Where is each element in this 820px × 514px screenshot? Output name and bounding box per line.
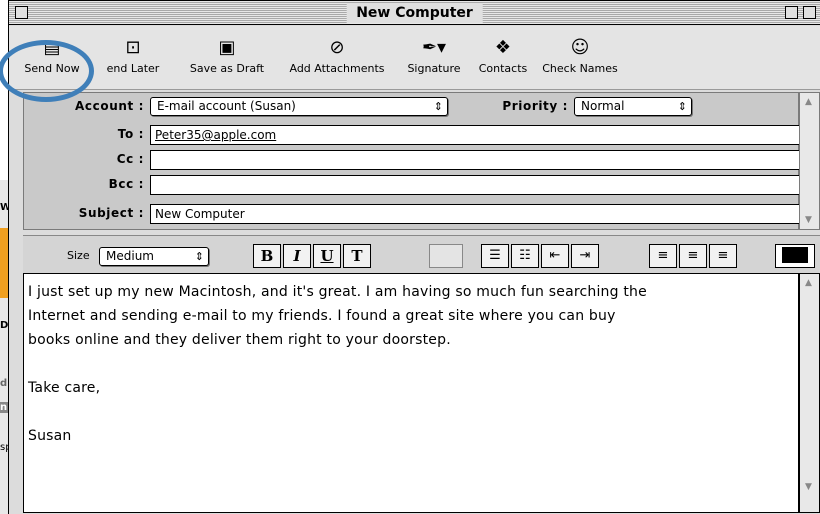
bcc-field[interactable] <box>150 175 800 195</box>
subject-field[interactable]: New Computer <box>150 204 800 224</box>
message-body[interactable]: I just set up my new Macintosh, and it's… <box>23 273 799 513</box>
align-center-icon[interactable]: ≡ <box>679 244 707 268</box>
align-left-icon[interactable]: ≡ <box>649 244 677 268</box>
close-box-icon[interactable] <box>15 6 28 19</box>
scroll-down-icon[interactable]: ▼ <box>805 215 812 225</box>
scroll-down-icon[interactable]: ▼ <box>805 482 812 492</box>
format-toolbar: Size Medium ⇕ B I U T ☰ ☷ ⇤ ⇥ ≡ ≡ ≡ <box>23 235 820 273</box>
to-field[interactable]: Peter35@apple.com <box>150 125 800 145</box>
send-now-highlight <box>0 40 94 102</box>
account-value: E-mail account (Susan) <box>157 99 296 113</box>
add-attachments-label: Add Attachments <box>289 62 385 75</box>
pen-icon: ✒▾ <box>421 37 447 58</box>
message-header: Account : E-mail account (Susan) ⇕ Prior… <box>23 92 800 230</box>
signature-button[interactable]: ✒▾ Signature <box>399 34 469 86</box>
text-color-swatch <box>782 247 808 263</box>
indent-icon[interactable]: ⇥ <box>571 244 599 268</box>
signature-label: Signature <box>407 62 461 75</box>
title-bar[interactable]: New Computer <box>9 1 820 25</box>
contacts-label: Contacts <box>478 62 528 75</box>
popup-arrows-icon: ⇕ <box>677 100 687 113</box>
window-title: New Computer <box>346 3 483 23</box>
size-popup[interactable]: Medium ⇕ <box>99 247 209 266</box>
bcc-label: Bcc : <box>108 177 144 191</box>
account-popup[interactable]: E-mail account (Susan) ⇕ <box>150 97 448 116</box>
zoom-box-icon[interactable] <box>785 6 798 19</box>
size-value: Medium <box>106 249 154 263</box>
check-names-button[interactable]: ☺ Check Names <box>537 34 623 86</box>
message-body-text: I just set up my new Macintosh, and it's… <box>28 284 647 444</box>
priority-popup[interactable]: Normal ⇕ <box>574 97 692 116</box>
priority-label: Priority : <box>502 99 568 113</box>
toolbar: ▤ Send Now ⊡ end Later ▣ Save as Draft ⊘… <box>9 26 820 90</box>
send-later-icon: ⊡ <box>125 37 141 58</box>
to-recipient: Peter35@apple.com <box>155 128 277 142</box>
paperclip-icon: ⊘ <box>329 37 345 58</box>
cc-field[interactable] <box>150 150 800 170</box>
save-as-draft-button[interactable]: ▣ Save as Draft <box>175 34 279 86</box>
bullet-list-icon[interactable]: ☰ <box>481 244 509 268</box>
send-later-label: end Later <box>106 62 160 75</box>
to-label: To : <box>117 127 144 141</box>
cc-label: Cc : <box>116 152 144 166</box>
save-as-draft-label: Save as Draft <box>189 62 265 75</box>
popup-arrows-icon: ⇕ <box>194 250 204 263</box>
size-label: Size <box>67 249 90 262</box>
save-icon: ▣ <box>218 37 236 58</box>
header-scrollbar[interactable]: ▲ ▼ <box>799 92 820 230</box>
body-scrollbar[interactable]: ▲ ▼ <box>799 273 820 513</box>
plain-text-button[interactable]: T <box>343 244 371 268</box>
priority-value: Normal <box>581 99 625 113</box>
scroll-up-icon[interactable]: ▲ <box>805 97 812 107</box>
underline-button[interactable]: U <box>313 244 341 268</box>
numbered-list-icon[interactable]: ☷ <box>511 244 539 268</box>
compose-window: New Computer ▤ Send Now ⊡ end Later ▣ Sa… <box>8 0 820 514</box>
text-color-button[interactable] <box>775 244 815 268</box>
scroll-up-icon[interactable]: ▲ <box>805 278 812 288</box>
collapse-box-icon[interactable] <box>803 6 816 19</box>
send-later-button[interactable]: ⊡ end Later <box>95 34 171 86</box>
color-swatch-button[interactable] <box>429 244 463 268</box>
bold-button[interactable]: B <box>253 244 281 268</box>
italic-button[interactable]: I <box>283 244 311 268</box>
check-names-icon: ☺ <box>570 37 590 58</box>
subject-label: Subject : <box>78 206 144 220</box>
add-attachments-button[interactable]: ⊘ Add Attachments <box>279 34 395 86</box>
contacts-button[interactable]: ❖ Contacts <box>471 34 535 86</box>
popup-arrows-icon: ⇕ <box>433 100 443 113</box>
align-right-icon[interactable]: ≡ <box>709 244 737 268</box>
check-names-label: Check Names <box>542 62 618 75</box>
outdent-icon[interactable]: ⇤ <box>541 244 569 268</box>
contacts-icon: ❖ <box>494 37 512 58</box>
